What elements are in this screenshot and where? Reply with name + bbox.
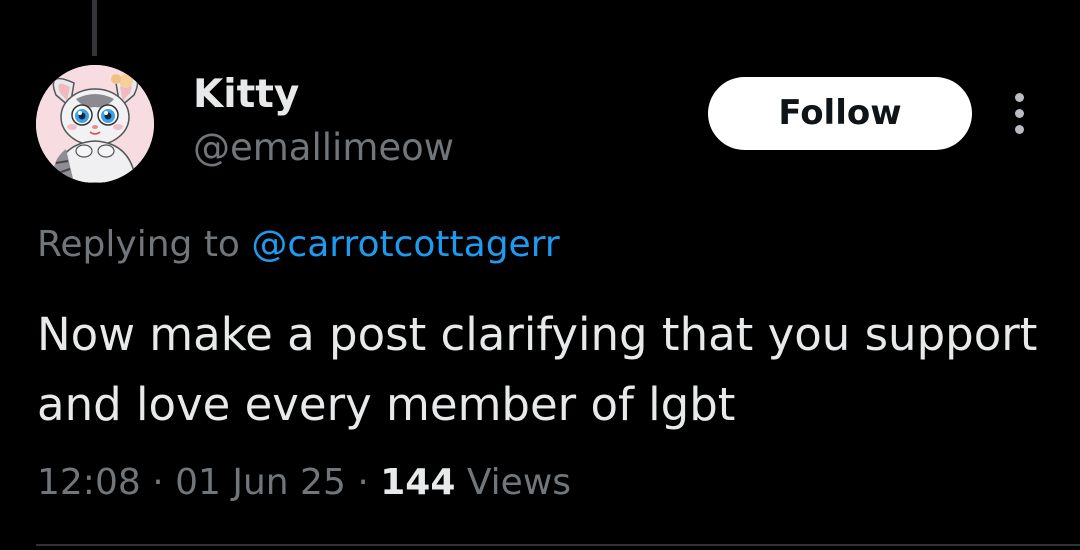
more-dot [1015,109,1024,118]
author-handle[interactable]: @emallimeow [193,125,454,171]
reply-mention-link[interactable]: @carrotcottagerr [251,224,559,265]
replying-prefix: Replying to [37,224,240,265]
views-label: Views [466,462,572,503]
meta-separator: · [357,462,369,503]
post-text: Now make a post clarifying that you supp… [37,308,1038,431]
thread-line [92,0,97,56]
post-meta: 12:08 · 01 Jun 25 · 144 Views [37,458,571,508]
divider [36,544,1080,546]
replying-to: Replying to @carrotcottagerr [37,222,560,268]
cat-avatar-icon [36,65,154,183]
post-time[interactable]: 12:08 [37,462,141,503]
meta-separator: · [152,462,164,503]
views-count: 144 [380,462,456,503]
follow-button[interactable]: Follow [708,77,972,150]
avatar[interactable] [36,65,154,183]
tweet-detail: Kitty @emallimeow Follow Replying to @ca… [0,0,1080,550]
more-dot [1015,93,1024,102]
more-vertical-icon[interactable] [1004,92,1036,136]
more-dot [1015,125,1024,134]
author-display-name[interactable]: Kitty [193,72,299,118]
post-date[interactable]: 01 Jun 25 [175,462,346,503]
